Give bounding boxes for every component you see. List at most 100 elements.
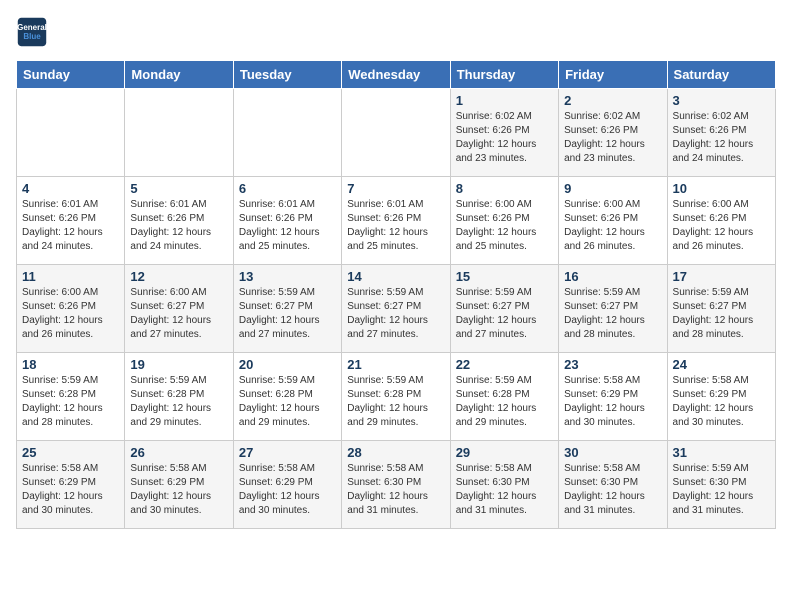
day-info: Sunrise: 6:00 AM Sunset: 6:27 PM Dayligh… [130,286,227,342]
day-info: Sunrise: 5:59 AM Sunset: 6:28 PM Dayligh… [239,374,336,430]
calendar-cell: 14 Sunrise: 5:59 AM Sunset: 6:27 PM Dayli… [342,265,450,353]
day-info: Sunrise: 6:01 AM Sunset: 6:26 PM Dayligh… [22,198,119,254]
day-number: 18 [22,357,119,372]
day-info: Sunrise: 5:58 AM Sunset: 6:30 PM Dayligh… [456,462,553,518]
logo: General Blue [16,16,48,48]
calendar-cell: 30Sunrise: 5:58 AM Sunset: 6:30 PM Dayli… [559,441,667,529]
calendar-cell: 29 Sunrise: 5:58 AM Sunset: 6:30 PM Dayli… [450,441,558,529]
calendar-cell: 26Sunrise: 5:58 AM Sunset: 6:29 PM Dayli… [125,441,233,529]
day-info: Sunrise: 5:59 AM Sunset: 6:28 PM Dayligh… [22,374,119,430]
column-header-monday: Monday [125,61,233,89]
day-info: Sunrise: 5:58 AM Sunset: 6:29 PM Dayligh… [22,462,119,518]
day-info: Sunrise: 6:02 AM Sunset: 6:26 PM Dayligh… [673,110,770,166]
day-number: 22 [456,357,553,372]
day-number: 29 [456,445,553,460]
day-number: 31 [673,445,770,460]
calendar-week-row: 25 Sunrise: 5:58 AM Sunset: 6:29 PM Dayli… [17,441,776,529]
column-header-thursday: Thursday [450,61,558,89]
day-number: 16 [564,269,661,284]
day-info: Sunrise: 5:59 AM Sunset: 6:27 PM Dayligh… [673,286,770,342]
day-info: Sunrise: 5:59 AM Sunset: 6:27 PM Dayligh… [564,286,661,342]
calendar-cell: 9 Sunrise: 6:00 AM Sunset: 6:26 PM Daylig… [559,177,667,265]
calendar-cell: 11 Sunrise: 6:00 AM Sunset: 6:26 PM Dayli… [17,265,125,353]
calendar-week-row: 1 Sunrise: 6:02 AM Sunset: 6:26 PM Daylig… [17,89,776,177]
calendar-cell: 22 Sunrise: 5:59 AM Sunset: 6:28 PM Dayli… [450,353,558,441]
day-info: Sunrise: 6:02 AM Sunset: 6:26 PM Dayligh… [564,110,661,166]
day-info: Sunrise: 5:59 AM Sunset: 6:28 PM Dayligh… [347,374,444,430]
day-number: 7 [347,181,444,196]
calendar-cell [342,89,450,177]
day-number: 12 [130,269,227,284]
day-number: 11 [22,269,119,284]
day-info: Sunrise: 6:00 AM Sunset: 6:26 PM Dayligh… [22,286,119,342]
column-header-saturday: Saturday [667,61,775,89]
calendar-cell: 16 Sunrise: 5:59 AM Sunset: 6:27 PM Dayli… [559,265,667,353]
calendar-table: SundayMondayTuesdayWednesdayThursdayFrid… [16,60,776,529]
calendar-cell: 4 Sunrise: 6:01 AM Sunset: 6:26 PM Daylig… [17,177,125,265]
day-number: 20 [239,357,336,372]
day-number: 2 [564,93,661,108]
day-info: Sunrise: 5:59 AM Sunset: 6:30 PM Dayligh… [673,462,770,518]
day-number: 1 [456,93,553,108]
day-number: 8 [456,181,553,196]
calendar-cell: 28 Sunrise: 5:58 AM Sunset: 6:30 PM Dayli… [342,441,450,529]
day-info: Sunrise: 5:59 AM Sunset: 6:28 PM Dayligh… [456,374,553,430]
svg-text:General: General [17,23,47,32]
calendar-cell [125,89,233,177]
day-number: 9 [564,181,661,196]
day-info: Sunrise: 6:01 AM Sunset: 6:26 PM Dayligh… [239,198,336,254]
day-number: 27 [239,445,336,460]
calendar-week-row: 18 Sunrise: 5:59 AM Sunset: 6:28 PM Dayli… [17,353,776,441]
day-number: 10 [673,181,770,196]
day-info: Sunrise: 6:00 AM Sunset: 6:26 PM Dayligh… [673,198,770,254]
calendar-week-row: 11 Sunrise: 6:00 AM Sunset: 6:26 PM Dayli… [17,265,776,353]
day-number: 19 [130,357,227,372]
calendar-cell [233,89,341,177]
calendar-cell: 17 Sunrise: 5:59 AM Sunset: 6:27 PM Dayli… [667,265,775,353]
calendar-cell: 21 Sunrise: 5:59 AM Sunset: 6:28 PM Dayli… [342,353,450,441]
day-number: 24 [673,357,770,372]
day-number: 14 [347,269,444,284]
calendar-cell: 24 Sunrise: 5:58 AM Sunset: 6:29 PM Dayli… [667,353,775,441]
calendar-week-row: 4 Sunrise: 6:01 AM Sunset: 6:26 PM Daylig… [17,177,776,265]
calendar-cell: 23Sunrise: 5:58 AM Sunset: 6:29 PM Dayli… [559,353,667,441]
day-info: Sunrise: 5:58 AM Sunset: 6:29 PM Dayligh… [239,462,336,518]
calendar-header: SundayMondayTuesdayWednesdayThursdayFrid… [17,61,776,89]
day-number: 21 [347,357,444,372]
logo-icon: General Blue [16,16,48,48]
calendar-cell: 3 Sunrise: 6:02 AM Sunset: 6:26 PM Daylig… [667,89,775,177]
calendar-cell: 1Sunrise: 6:02 AM Sunset: 6:26 PM Daylig… [450,89,558,177]
calendar-cell: 7 Sunrise: 6:01 AM Sunset: 6:26 PM Daylig… [342,177,450,265]
calendar-cell: 27 Sunrise: 5:58 AM Sunset: 6:29 PM Dayli… [233,441,341,529]
day-number: 17 [673,269,770,284]
day-number: 25 [22,445,119,460]
calendar-cell: 6 Sunrise: 6:01 AM Sunset: 6:26 PM Daylig… [233,177,341,265]
day-number: 3 [673,93,770,108]
day-info: Sunrise: 6:01 AM Sunset: 6:26 PM Dayligh… [130,198,227,254]
day-number: 5 [130,181,227,196]
calendar-cell: 25 Sunrise: 5:58 AM Sunset: 6:29 PM Dayli… [17,441,125,529]
calendar-cell: 5 Sunrise: 6:01 AM Sunset: 6:26 PM Daylig… [125,177,233,265]
day-number: 6 [239,181,336,196]
day-info: Sunrise: 5:59 AM Sunset: 6:27 PM Dayligh… [347,286,444,342]
day-number: 15 [456,269,553,284]
calendar-cell: 8Sunrise: 6:00 AM Sunset: 6:26 PM Daylig… [450,177,558,265]
day-info: Sunrise: 6:00 AM Sunset: 6:26 PM Dayligh… [564,198,661,254]
day-info: Sunrise: 6:01 AM Sunset: 6:26 PM Dayligh… [347,198,444,254]
day-number: 4 [22,181,119,196]
day-info: Sunrise: 5:59 AM Sunset: 6:28 PM Dayligh… [130,374,227,430]
calendar-cell: 13Sunrise: 5:59 AM Sunset: 6:27 PM Dayli… [233,265,341,353]
calendar-cell: 2 Sunrise: 6:02 AM Sunset: 6:26 PM Daylig… [559,89,667,177]
calendar-cell: 12 Sunrise: 6:00 AM Sunset: 6:27 PM Dayli… [125,265,233,353]
calendar-cell: 15 Sunrise: 5:59 AM Sunset: 6:27 PM Dayli… [450,265,558,353]
column-header-wednesday: Wednesday [342,61,450,89]
calendar-cell: 18 Sunrise: 5:59 AM Sunset: 6:28 PM Dayli… [17,353,125,441]
day-number: 13 [239,269,336,284]
day-info: Sunrise: 5:58 AM Sunset: 6:29 PM Dayligh… [673,374,770,430]
column-header-sunday: Sunday [17,61,125,89]
day-info: Sunrise: 5:58 AM Sunset: 6:30 PM Dayligh… [347,462,444,518]
day-number: 28 [347,445,444,460]
day-info: Sunrise: 5:59 AM Sunset: 6:27 PM Dayligh… [456,286,553,342]
svg-text:Blue: Blue [23,32,41,41]
page-header: General Blue [16,16,776,48]
